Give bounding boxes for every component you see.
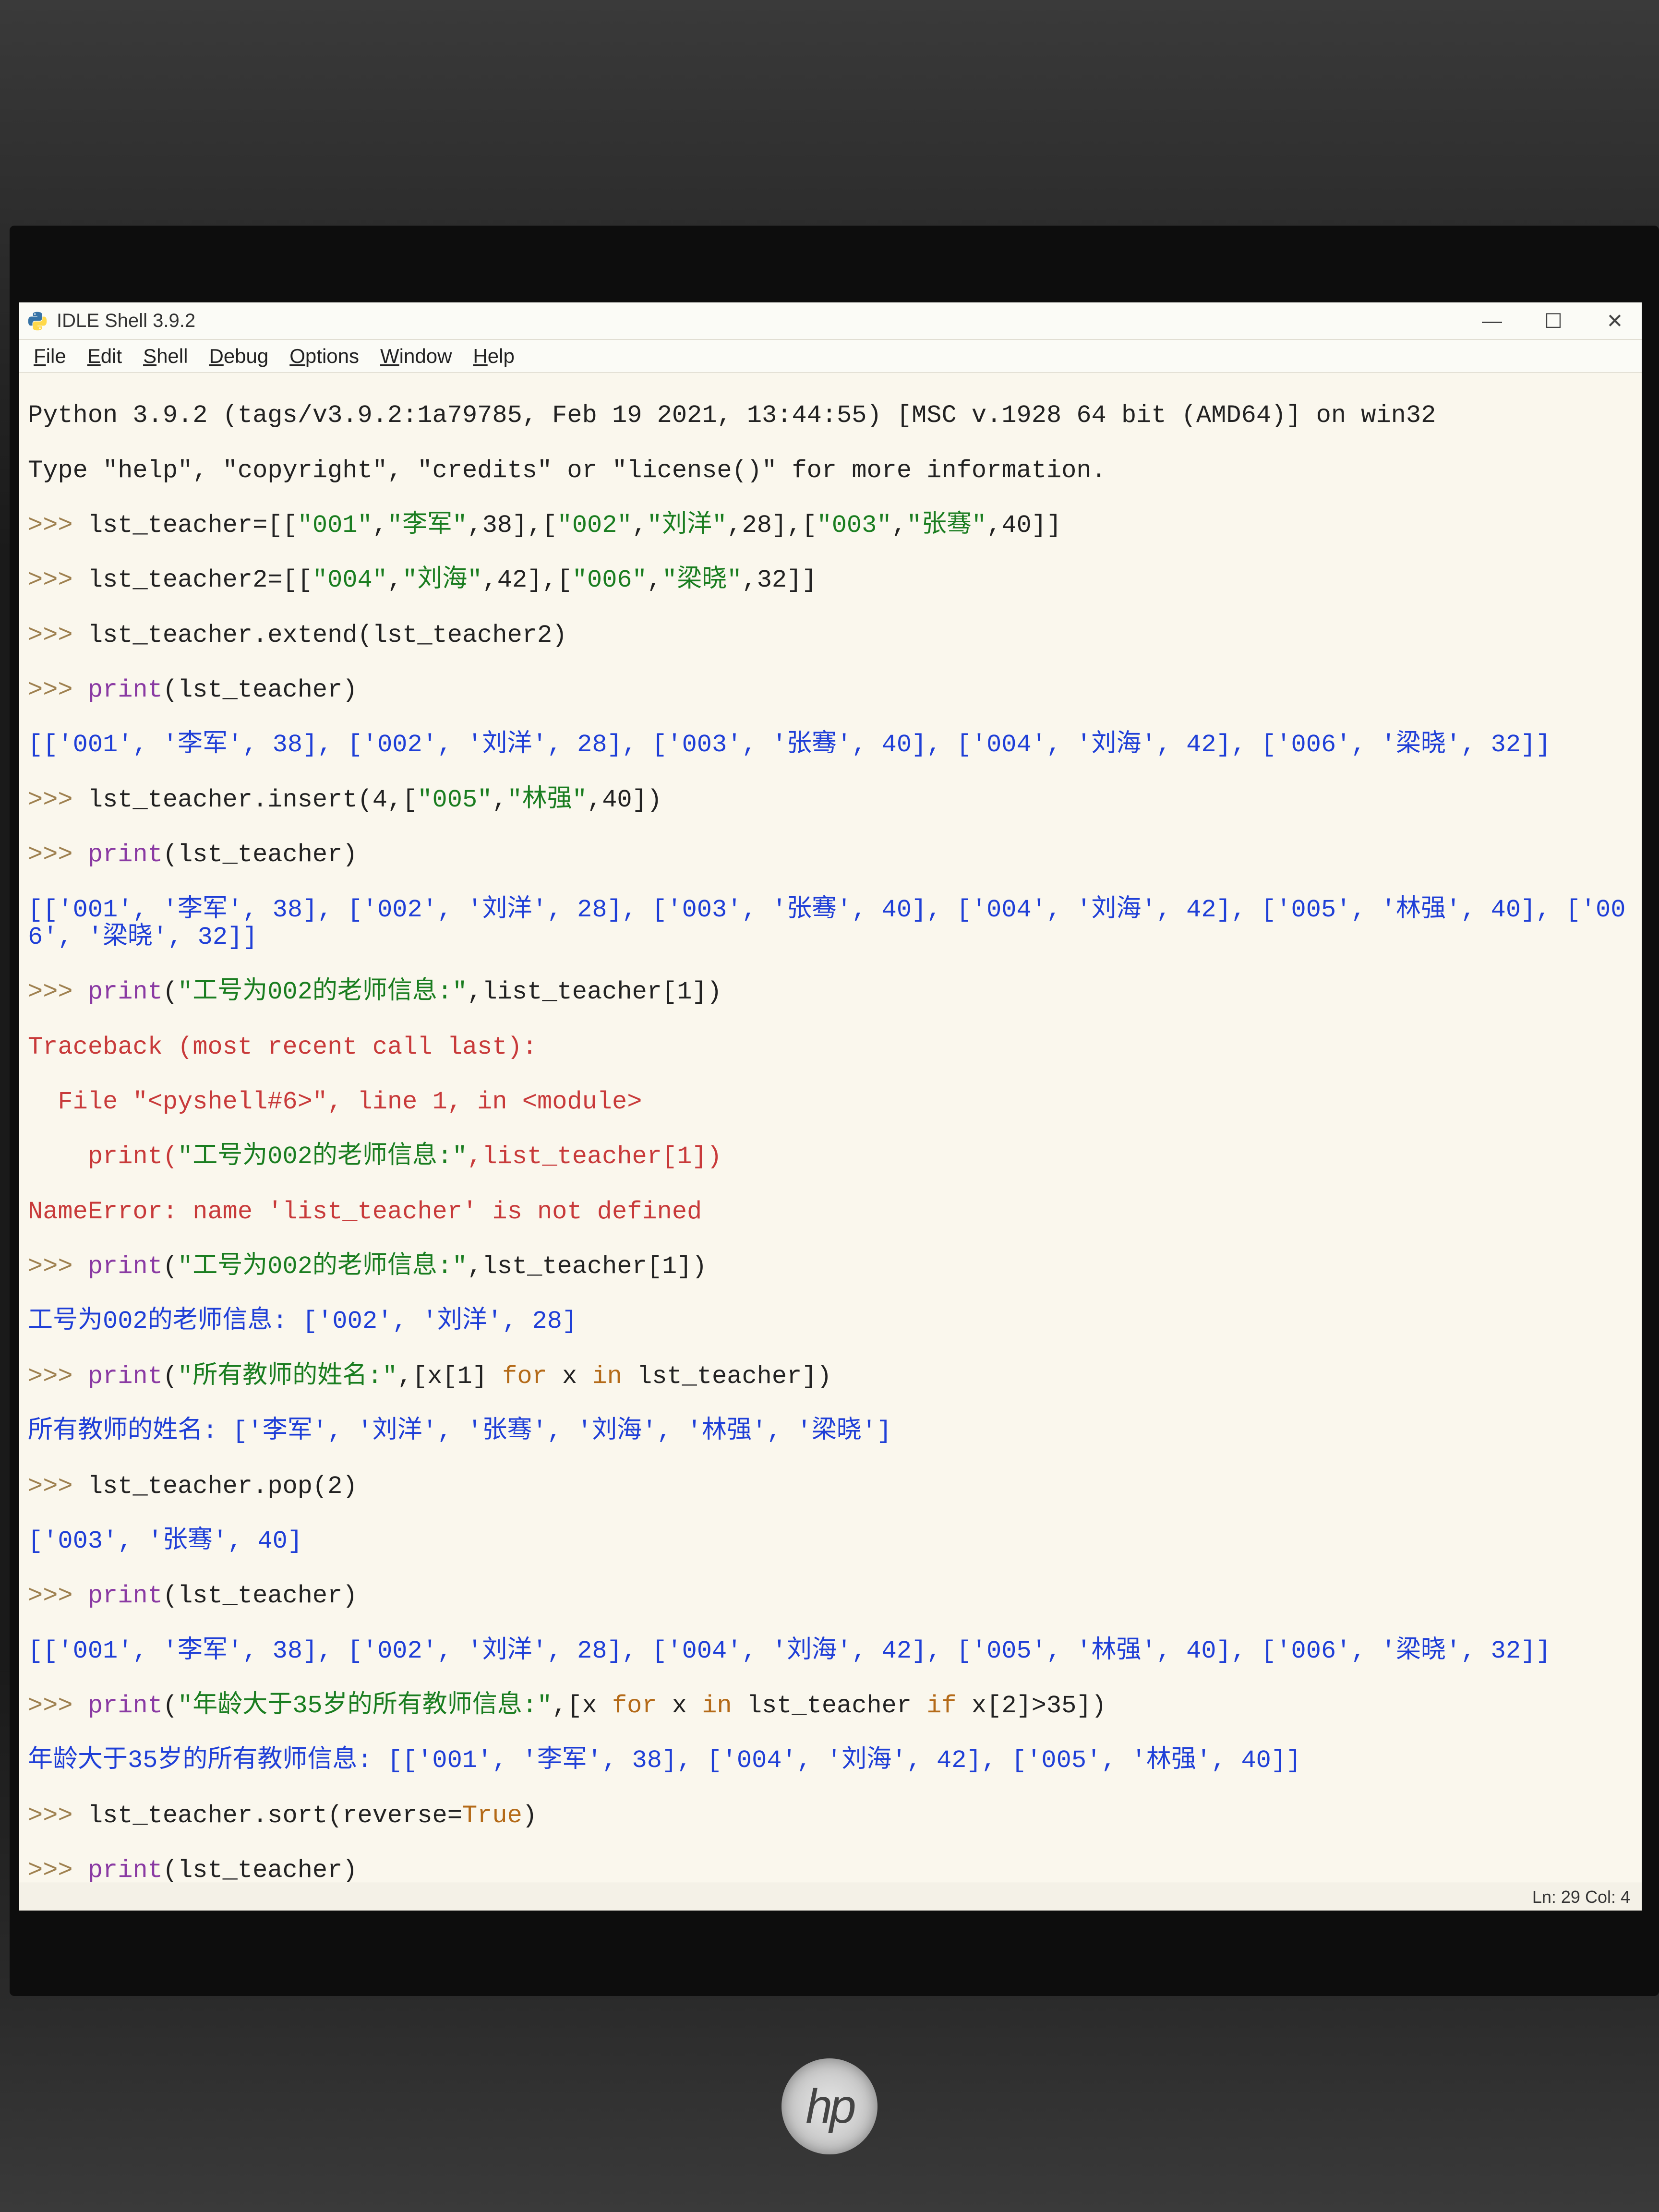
menu-shell[interactable]: Shell (132, 343, 198, 370)
hp-logo: hp (781, 2058, 878, 2154)
banner-line-1: Python 3.9.2 (tags/v3.9.2:1a79785, Feb 1… (28, 402, 1638, 429)
photo-frame: IDLE Shell 3.9.2 — ☐ ✕ File Edit Shell D… (0, 0, 1659, 2212)
output-4: 所有教师的姓名: ['李军', '刘洋', '张骞', '刘海', '林强', … (28, 1418, 1638, 1445)
input-line-1: >>> lst_teacher=[["001","李军",38],["002",… (28, 512, 1638, 539)
input-line-4: >>> print(lst_teacher) (28, 676, 1638, 704)
maximize-button[interactable]: ☐ (1534, 309, 1573, 333)
input-line-7: >>> print("工号为002的老师信息:",list_teacher[1]… (28, 978, 1638, 1006)
output-7: 年龄大于35岁的所有教师信息: [['001', '李军', 38], ['00… (28, 1747, 1638, 1774)
minimize-button[interactable]: — (1473, 309, 1511, 333)
window-title: IDLE Shell 3.9.2 (57, 310, 1473, 332)
input-line-3: >>> lst_teacher.extend(lst_teacher2) (28, 622, 1638, 649)
menu-debug[interactable]: Debug (198, 343, 279, 370)
traceback-4: NameError: name 'list_teacher' is not de… (28, 1198, 1638, 1226)
prompt: >>> (28, 511, 88, 540)
input-line-12: >>> print("年龄大于35岁的所有教师信息:",[x for x in … (28, 1692, 1638, 1719)
menu-file[interactable]: File (23, 343, 77, 370)
close-button[interactable]: ✕ (1596, 309, 1634, 333)
title-bar: IDLE Shell 3.9.2 — ☐ ✕ (19, 302, 1642, 340)
traceback-2: File "<pyshell#6>", line 1, in <module> (28, 1088, 1638, 1116)
window-controls: — ☐ ✕ (1473, 309, 1634, 333)
input-line-2: >>> lst_teacher2=[["004","刘海",42],["006"… (28, 566, 1638, 594)
input-line-6: >>> print(lst_teacher) (28, 841, 1638, 868)
menu-bar: File Edit Shell Debug Options Window Hel… (19, 340, 1642, 373)
output-1: [['001', '李军', 38], ['002', '刘洋', 28], [… (28, 731, 1638, 758)
input-line-5: >>> lst_teacher.insert(4,["005","林强",40]… (28, 786, 1638, 814)
output-6: [['001', '李军', 38], ['002', '刘洋', 28], [… (28, 1637, 1638, 1665)
menu-help[interactable]: Help (462, 343, 525, 370)
traceback-1: Traceback (most recent call last): (28, 1034, 1638, 1061)
menu-window[interactable]: Window (370, 343, 462, 370)
input-line-11: >>> print(lst_teacher) (28, 1582, 1638, 1610)
input-line-8: >>> print("工号为002的老师信息:",lst_teacher[1]) (28, 1253, 1638, 1280)
hp-logo-text: hp (805, 2079, 853, 2134)
menu-edit[interactable]: Edit (77, 343, 132, 370)
status-bar: Ln: 29 Col: 4 (19, 1883, 1642, 1911)
output-3: 工号为002的老师信息: ['002', '刘洋', 28] (28, 1308, 1638, 1335)
traceback-3: print("工号为002的老师信息:",list_teacher[1]) (28, 1143, 1638, 1170)
banner-line-2: Type "help", "copyright", "credits" or "… (28, 457, 1638, 484)
output-5: ['003', '张骞', 40] (28, 1527, 1638, 1555)
menu-options[interactable]: Options (279, 343, 370, 370)
input-line-9: >>> print("所有教师的姓名:",[x[1] for x in lst_… (28, 1363, 1638, 1390)
input-line-13: >>> lst_teacher.sort(reverse=True) (28, 1802, 1638, 1829)
input-line-10: >>> lst_teacher.pop(2) (28, 1473, 1638, 1500)
output-2: [['001', '李军', 38], ['002', '刘洋', 28], [… (28, 896, 1638, 951)
input-line-14: >>> print(lst_teacher) (28, 1857, 1638, 1883)
cursor-position-label: Ln: 29 Col: 4 (1532, 1887, 1630, 1907)
shell-output-area[interactable]: Python 3.9.2 (tags/v3.9.2:1a79785, Feb 1… (19, 373, 1642, 1883)
idle-window: IDLE Shell 3.9.2 — ☐ ✕ File Edit Shell D… (19, 302, 1642, 1911)
python-icon (27, 311, 48, 332)
